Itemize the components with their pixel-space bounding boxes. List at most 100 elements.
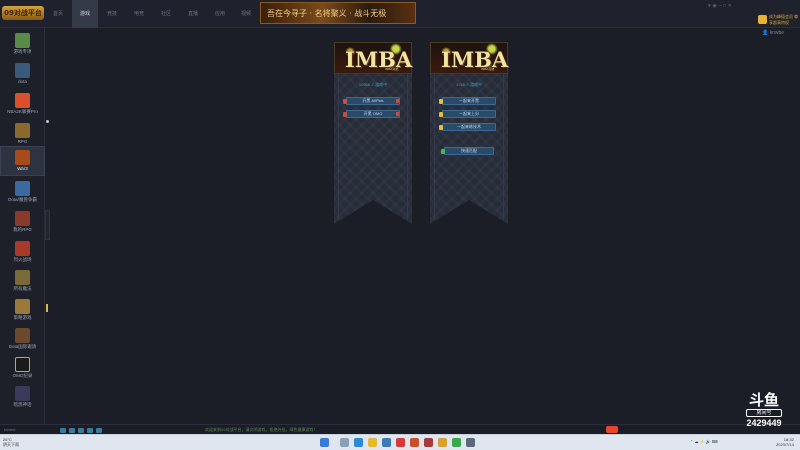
sidebar-item-label: 暗黑神话 <box>13 402 32 407</box>
sidebar-collapse-handle[interactable] <box>45 210 50 240</box>
indicator-bar <box>46 304 48 312</box>
card-subtitle: IMBA竞技 <box>481 67 495 71</box>
tab-live[interactable]: 直播 <box>180 0 206 28</box>
sidebar-item-label: RPG <box>17 139 28 144</box>
tab-video[interactable]: 视频 <box>233 0 259 28</box>
sidebar-item-dota-war[interactable]: Dota/魔兽争霸 <box>0 178 45 206</box>
sidebar-item-label: OMG纪录 <box>12 373 33 378</box>
sidebar-item-fire[interactable]: 烈火战场 <box>0 238 45 266</box>
sidebar-item-strategy[interactable]: 策略游戏 <box>0 296 45 324</box>
sidebar-item-omg[interactable]: OMG纪录 <box>0 354 45 382</box>
status-bar: knwbe 欢迎来到09对战平台，请文明游戏，拒绝外挂，绿色健康游戏！ <box>0 424 800 434</box>
sidebar-item-nba[interactable]: NBA2K联赛Pro <box>0 90 45 118</box>
nba-icon <box>15 93 30 108</box>
app-icon[interactable] <box>410 438 419 447</box>
app-icon[interactable] <box>424 438 433 447</box>
sidebar-item-label: 烈火战场 <box>13 257 32 262</box>
username: knwbe <box>769 30 785 36</box>
tab-community[interactable]: 社区 <box>153 0 179 28</box>
sidebar-item-label: Dota/魔兽争霸 <box>8 197 37 202</box>
room-label: 房间号 <box>746 409 782 417</box>
rpg-icon <box>15 123 30 138</box>
card-image[interactable]: IMBA IMBA对抗 <box>334 42 412 74</box>
sidebar-item-magic[interactable]: 所有魔法 <box>0 267 45 295</box>
dota-war-icon <box>15 181 30 196</box>
app-icon[interactable] <box>396 438 405 447</box>
omg-icon <box>15 357 30 372</box>
sidebar-item-dark-myth[interactable]: 暗黑神话 <box>0 383 45 411</box>
sidebar-item-label: 游戏专项 <box>13 49 32 54</box>
room-button[interactable]: 一起来开黑 <box>439 97 496 105</box>
room-button[interactable]: 开黑 OMG <box>343 110 400 118</box>
card-title: IMBA <box>345 47 413 72</box>
sidebar-item-war3[interactable]: War3 <box>0 146 45 176</box>
game-platform-icon[interactable] <box>438 438 447 447</box>
room-icon <box>343 99 347 104</box>
user-account[interactable]: 👤 knwbe <box>762 30 784 36</box>
player-count: 1745 人游戏中 <box>455 82 482 87</box>
folder-icon[interactable] <box>368 438 377 447</box>
dota-intl-icon <box>15 328 30 343</box>
vip-text: 成为峰值会员 尊享超高特权 <box>769 14 799 25</box>
card-subtitle: IMBA对抗 <box>385 67 399 71</box>
room-button-label: 开黑 AllPick <box>362 98 384 103</box>
sidebar-item-label: War3 <box>17 166 28 171</box>
status-username[interactable]: knwbe <box>4 425 16 434</box>
room-button-label: 开黑 OMG <box>363 111 383 116</box>
match-icon <box>441 149 445 154</box>
app-logo[interactable]: 09对战平台 <box>2 6 44 20</box>
promo-banner[interactable]: 吾在今寻子 · 名将聚义 · 战斗无极 <box>260 2 416 24</box>
search-icon[interactable] <box>340 438 349 447</box>
start-icon[interactable] <box>320 438 329 447</box>
room-icon <box>439 125 443 130</box>
game-icon <box>15 33 30 48</box>
game-card-imba-1[interactable]: IMBA IMBA对抗 10946 人游戏中 开黑 AllPick 开黑 OMG <box>334 42 412 224</box>
fire-icon <box>15 241 30 256</box>
sidebar-item-label: 我的RPG <box>13 227 32 232</box>
room-button[interactable]: 开黑 AllPick <box>343 97 400 105</box>
window-controls[interactable]: ♥ ◉ ─ □ ✕ <box>708 3 732 9</box>
sidebar-item-dota[interactable]: dota <box>0 60 45 88</box>
chat-icon[interactable] <box>452 438 461 447</box>
store-icon[interactable] <box>382 438 391 447</box>
war3-icon <box>15 150 30 165</box>
app-icon[interactable] <box>466 438 475 447</box>
sidebar-item-game[interactable]: 游戏专项 <box>0 30 45 58</box>
dota-icon <box>15 63 30 78</box>
magic-icon <box>15 270 30 285</box>
card-image[interactable]: IMBA IMBA竞技 <box>430 42 508 74</box>
sidebar-item-label: 策略游戏 <box>13 315 32 320</box>
clock-date: 2023/7/14 <box>776 442 794 447</box>
room-icon <box>439 99 443 104</box>
system-tray[interactable]: ⌃ ☁ ⚡ 🔊 ⌨ <box>690 439 718 444</box>
tab-games[interactable]: 游戏 <box>72 0 98 28</box>
stream-watermark: 斗鱼 房间号 2429449 <box>742 393 786 428</box>
sidebar-item-rpg[interactable]: RPG <box>0 120 45 148</box>
top-bar: 09对战平台 首页 游戏 竞技 电竞 社区 直播 应用 视频 吾在今寻子 · 名… <box>0 0 800 28</box>
hot-icon <box>396 112 399 116</box>
sidebar: 游戏专项 dota NBA2K联赛Pro RPG War3 Dota/魔兽争霸 … <box>0 28 45 424</box>
taskbar-clock[interactable]: 18:32 2023/7/14 <box>776 437 794 447</box>
browser-icon[interactable] <box>354 438 363 447</box>
tab-apps[interactable]: 应用 <box>207 0 233 28</box>
indicator-dot <box>46 120 49 123</box>
room-button[interactable]: 一起来练技术 <box>439 123 496 131</box>
tab-esports[interactable]: 电竞 <box>126 0 152 28</box>
sidebar-item-my-rpg[interactable]: 我的RPG <box>0 208 45 236</box>
tray-app-icon[interactable] <box>606 426 618 433</box>
vip-promo[interactable]: 成为峰值会员 尊享超高特权 <box>758 14 798 26</box>
crown-icon <box>758 15 767 24</box>
weather-widget[interactable]: 26°C 阴天下雨 <box>3 437 19 447</box>
sidebar-item-dota-intl[interactable]: Dota国际邀请 <box>0 325 45 353</box>
room-button[interactable]: 一起来上分 <box>439 110 496 118</box>
quick-match-button[interactable]: 快速匹配 <box>441 147 494 155</box>
game-card-imba-2[interactable]: IMBA IMBA竞技 1745 人游戏中 一起来开黑 一起来上分 一起来练技术… <box>430 42 508 224</box>
douyu-logo: 斗鱼 <box>748 391 779 409</box>
sidebar-item-label: NBA2K联赛Pro <box>7 109 38 114</box>
tab-home[interactable]: 首页 <box>45 0 71 28</box>
tab-compete[interactable]: 竞技 <box>99 0 125 28</box>
room-icon <box>343 112 347 117</box>
room-button-label: 一起来开黑 <box>459 98 479 103</box>
player-count: 10946 人游戏中 <box>358 82 388 87</box>
sidebar-item-label: 所有魔法 <box>13 286 32 291</box>
